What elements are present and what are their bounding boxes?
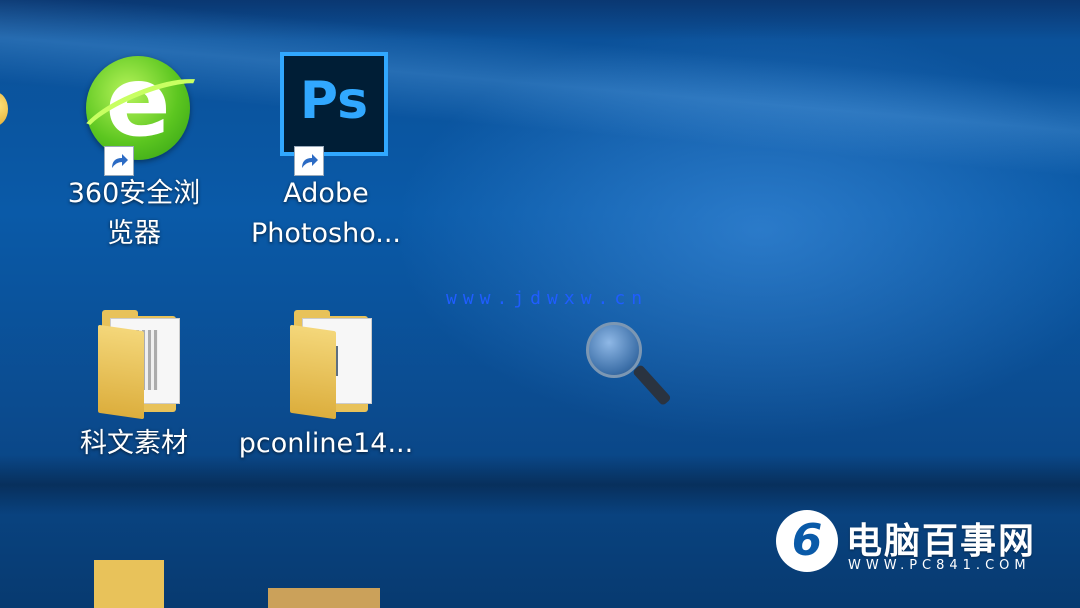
magnifier-handle [632, 363, 672, 407]
brand-url: WWW.PC841.COM [848, 558, 1031, 573]
folder-icon [266, 300, 386, 420]
wallpaper-dark-band [0, 455, 1080, 515]
photoshop-logo-text: Ps [299, 71, 369, 131]
desktop-icon-360-browser[interactable]: e 360安全浏览器 [44, 50, 224, 254]
360-browser-icon: e [72, 50, 218, 176]
shortcut-arrow-icon [294, 146, 324, 176]
brand-logo-text: 6 [791, 515, 823, 566]
partial-folder-icon[interactable] [94, 560, 164, 608]
brand-logo-icon: 6 [776, 510, 838, 572]
desktop-icon-photoshop[interactable]: Ps Adobe Photosho... [236, 50, 416, 254]
folder-front [290, 324, 336, 420]
partial-image-icon[interactable] [268, 588, 380, 608]
folder-front [98, 324, 144, 420]
desktop-icon-folder-kewen[interactable]: 科文素材 [44, 300, 224, 464]
magnifier-icon [586, 322, 676, 418]
desktop-icon-folder-pconline[interactable]: pconline14... [236, 300, 416, 464]
brand-watermark: 6 电脑百事网 WWW.PC841.COM [776, 510, 1066, 580]
brand-name: 电脑百事网 [846, 521, 1037, 562]
watermark-url: www.jdwxw.cn [446, 288, 649, 309]
desktop-icon-label: 360安全浏览器 [67, 178, 201, 249]
desktop-icon-label: Adobe Photosho... [251, 178, 401, 249]
magnifier-glass [586, 322, 642, 378]
folder-icon [74, 300, 194, 420]
photoshop-logo: Ps [280, 52, 388, 156]
desktop: e 360安全浏览器 Ps Adobe Photosho... 科文素材 pco… [0, 0, 1080, 608]
shortcut-arrow-icon [104, 146, 134, 176]
wallpaper-shade [0, 0, 1080, 40]
photoshop-icon: Ps [266, 50, 388, 176]
partial-desktop-icon[interactable] [0, 92, 8, 126]
desktop-icon-label: pconline14... [238, 428, 414, 459]
desktop-icon-label: 科文素材 [80, 428, 188, 459]
